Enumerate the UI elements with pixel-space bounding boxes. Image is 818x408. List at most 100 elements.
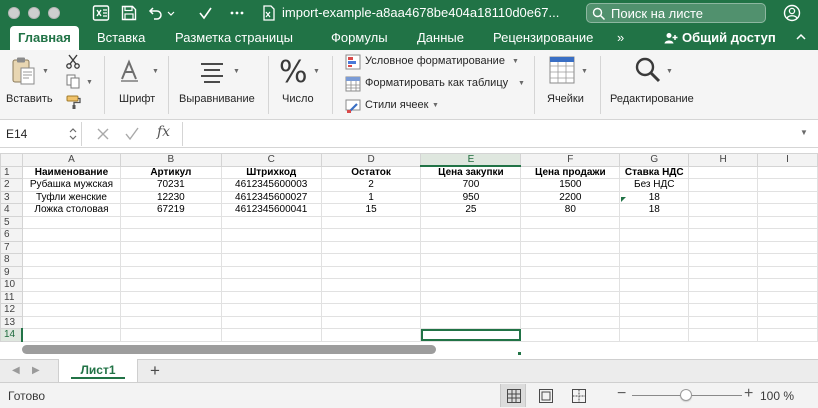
cell[interactable]: [520, 265, 621, 279]
cells-icon[interactable]: [549, 56, 575, 89]
collapse-ribbon-icon[interactable]: [795, 26, 807, 50]
more-tabs-button[interactable]: »: [617, 26, 624, 50]
cell[interactable]: 1500: [520, 178, 621, 192]
cell[interactable]: [420, 315, 522, 329]
cell[interactable]: [220, 228, 322, 242]
cell[interactable]: [119, 278, 222, 292]
cells-dropdown-icon[interactable]: ▼: [581, 68, 588, 75]
cell[interactable]: [21, 228, 121, 242]
paste-icon[interactable]: [11, 56, 37, 93]
cell[interactable]: [119, 253, 222, 267]
column-header[interactable]: E: [420, 153, 522, 167]
account-icon[interactable]: [781, 4, 803, 22]
row-header[interactable]: 6: [0, 228, 23, 242]
column-header[interactable]: H: [688, 153, 759, 167]
cell[interactable]: [757, 178, 818, 192]
cell[interactable]: [21, 328, 121, 342]
cell[interactable]: [320, 265, 422, 279]
error-indicator-icon[interactable]: [621, 197, 626, 202]
cell[interactable]: [619, 240, 690, 254]
cell[interactable]: [619, 290, 690, 304]
cell[interactable]: [220, 215, 322, 229]
cell[interactable]: [420, 290, 522, 304]
cell[interactable]: 18: [619, 203, 690, 217]
zoom-window-button[interactable]: [48, 7, 60, 19]
tab-review[interactable]: Рецензирование: [493, 26, 593, 50]
column-header[interactable]: A: [21, 153, 121, 167]
conditional-formatting-dropdown-icon[interactable]: ▼: [512, 58, 519, 65]
cut-icon[interactable]: [65, 53, 81, 74]
cell[interactable]: 18: [619, 190, 690, 204]
paste-dropdown-icon[interactable]: ▼: [42, 68, 49, 75]
cell[interactable]: 700: [420, 178, 522, 192]
cell[interactable]: 80: [520, 203, 621, 217]
cell[interactable]: [21, 265, 121, 279]
cell[interactable]: 2: [320, 178, 422, 192]
cell[interactable]: [21, 240, 121, 254]
row-header[interactable]: 11: [0, 290, 23, 304]
close-window-button[interactable]: [8, 7, 20, 19]
cell[interactable]: [119, 290, 222, 304]
cell[interactable]: [320, 290, 422, 304]
minimize-window-button[interactable]: [28, 7, 40, 19]
search-input[interactable]: [611, 5, 761, 21]
cell[interactable]: 950: [420, 190, 522, 204]
cell[interactable]: [320, 228, 422, 242]
cell[interactable]: [520, 290, 621, 304]
horizontal-scrollbar[interactable]: [22, 345, 436, 354]
cell[interactable]: Ставка НДС: [619, 165, 690, 179]
cell[interactable]: Цена закупки: [420, 165, 522, 179]
cell[interactable]: [757, 315, 818, 329]
cell[interactable]: [520, 240, 621, 254]
cell[interactable]: [119, 315, 222, 329]
cell[interactable]: [757, 165, 818, 179]
row-header[interactable]: 9: [0, 265, 23, 279]
font-icon[interactable]: [118, 59, 142, 88]
cell[interactable]: [420, 228, 522, 242]
cell[interactable]: [688, 303, 759, 317]
save-icon[interactable]: [120, 4, 138, 22]
cell[interactable]: [220, 315, 322, 329]
cell[interactable]: Туфли женские: [21, 190, 121, 204]
column-header[interactable]: D: [320, 153, 422, 167]
cell[interactable]: Без НДС: [619, 178, 690, 192]
customize-toolbar-icon[interactable]: [228, 4, 246, 22]
cell[interactable]: [21, 315, 121, 329]
cell[interactable]: [688, 328, 759, 342]
cell[interactable]: [619, 303, 690, 317]
cell[interactable]: [619, 315, 690, 329]
zoom-in-button[interactable]: +: [744, 385, 753, 403]
select-all-corner[interactable]: [0, 153, 23, 167]
name-box[interactable]: E14: [0, 122, 82, 146]
cell[interactable]: [320, 240, 422, 254]
cell[interactable]: [320, 315, 422, 329]
cell[interactable]: [520, 315, 621, 329]
cell[interactable]: Штрихкод: [220, 165, 322, 179]
column-header[interactable]: G: [619, 153, 690, 167]
cell[interactable]: Остаток: [320, 165, 422, 179]
cell[interactable]: [220, 253, 322, 267]
cell[interactable]: [688, 240, 759, 254]
cell[interactable]: [520, 278, 621, 292]
find-icon[interactable]: [634, 56, 662, 89]
cell[interactable]: [688, 165, 759, 179]
row-header[interactable]: 7: [0, 240, 23, 254]
cell[interactable]: [757, 215, 818, 229]
cell[interactable]: [320, 215, 422, 229]
format-painter-icon[interactable]: [65, 94, 83, 115]
tab-page-layout[interactable]: Разметка страницы: [175, 26, 293, 50]
tab-insert[interactable]: Вставка: [97, 26, 145, 50]
cell[interactable]: [688, 265, 759, 279]
copy-dropdown-icon[interactable]: ▼: [86, 79, 93, 86]
expand-formula-bar-icon[interactable]: ▼: [800, 128, 808, 137]
cell[interactable]: [688, 315, 759, 329]
search-box[interactable]: [586, 3, 766, 23]
cell[interactable]: 70231: [119, 178, 222, 192]
cell[interactable]: Цена продажи: [520, 165, 621, 179]
cell[interactable]: [619, 328, 690, 342]
column-header[interactable]: C: [220, 153, 322, 167]
formula-input[interactable]: [182, 122, 812, 146]
normal-view-button[interactable]: [500, 384, 526, 407]
cell[interactable]: [757, 203, 818, 217]
cell[interactable]: [320, 328, 422, 342]
